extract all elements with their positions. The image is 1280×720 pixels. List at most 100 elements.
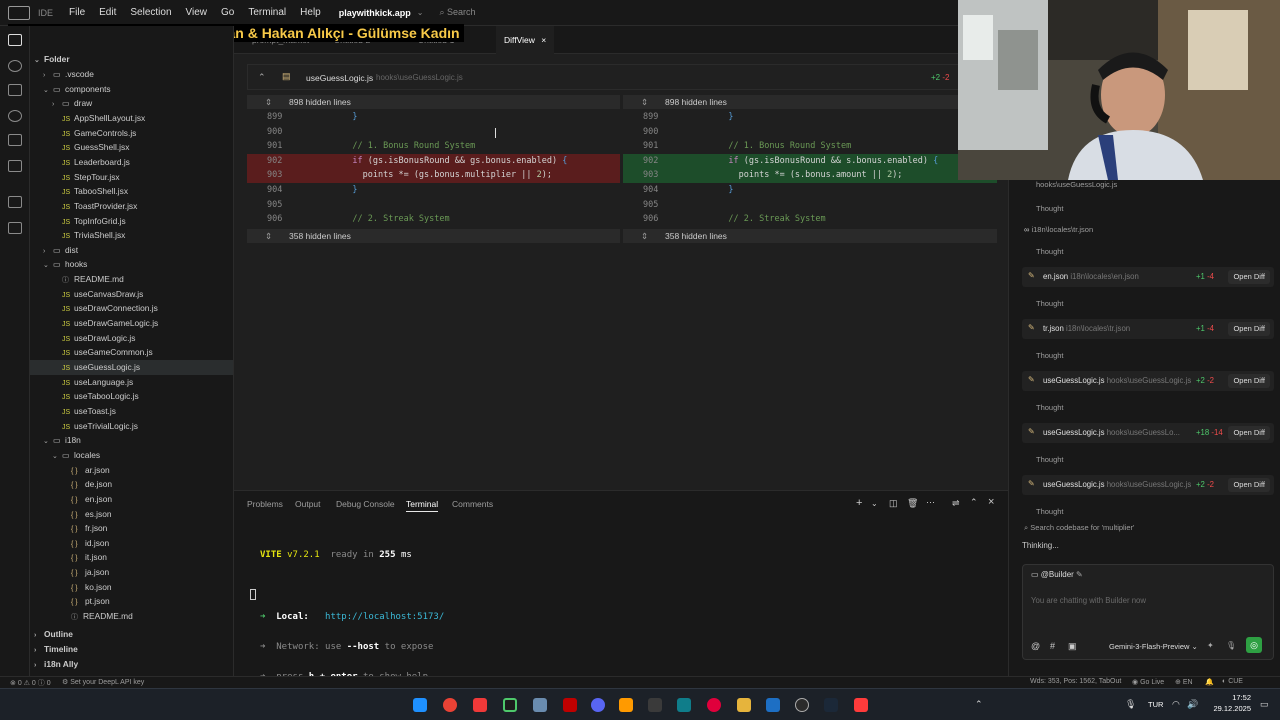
file-explorer-icon[interactable] xyxy=(737,698,751,712)
thought-label[interactable]: Thought xyxy=(1036,455,1064,464)
translate-icon[interactable] xyxy=(8,222,22,234)
diff-line[interactable]: 906 // 2. Streak System xyxy=(623,212,997,227)
thought-label[interactable]: Thought xyxy=(1036,403,1064,412)
sparkle-icon[interactable]: ✦ xyxy=(1207,641,1214,650)
tree-file[interactable]: JS ToastProvider.jsx xyxy=(30,199,233,214)
tree-file[interactable]: ⓘ README.md xyxy=(30,609,233,624)
steam-icon[interactable] xyxy=(824,698,838,712)
tree-file[interactable]: JS AppShellLayout.jsx xyxy=(30,111,233,126)
tree-folder[interactable]: ⌄ ▭ i18n xyxy=(30,433,233,448)
tree-file[interactable]: { } id.json xyxy=(30,536,233,551)
illustrator-icon[interactable] xyxy=(619,698,633,712)
database-icon[interactable] xyxy=(533,698,547,712)
notification-icon[interactable]: 🔔 xyxy=(1205,678,1214,686)
remote-icon[interactable] xyxy=(8,160,22,172)
tree-file[interactable]: { } ko.json xyxy=(30,580,233,595)
section-i18n-ally[interactable]: › i18n Ally xyxy=(30,657,233,672)
open-diff-button[interactable]: Open Diff xyxy=(1228,426,1270,440)
diff-line[interactable]: 906 // 2. Streak System xyxy=(247,212,620,227)
chevron-down-icon[interactable]: ⌄ xyxy=(871,499,878,508)
section-outline[interactable]: › Outline xyxy=(30,627,233,642)
tree-file[interactable]: JS useTabooLogic.js xyxy=(30,389,233,404)
diff-line[interactable]: 905 xyxy=(623,198,997,213)
file-change-card[interactable]: ✎ useGuessLogic.js hooks\useGuessLogic.js… xyxy=(1022,475,1274,495)
open-diff-button[interactable]: Open Diff xyxy=(1228,374,1270,388)
layout-icon[interactable]: ⇌ xyxy=(952,498,960,509)
image-icon[interactable]: ▣ xyxy=(1068,641,1077,652)
tree-file[interactable]: { } es.json xyxy=(30,507,233,522)
trash-icon[interactable]: 🗑 xyxy=(907,498,918,509)
hidden-lines-top[interactable]: ⇕ 898 hidden lines xyxy=(247,95,620,109)
tree-folder[interactable]: › ▭ dist xyxy=(30,243,233,258)
diff-line[interactable]: 901 // 1. Bonus Round System xyxy=(623,139,997,154)
diff-line[interactable]: 900 xyxy=(623,125,997,140)
keyboard-language[interactable]: TUR xyxy=(1148,700,1163,709)
hidden-lines-bottom[interactable]: ⇕ 358 hidden lines xyxy=(247,229,620,243)
tree-file[interactable]: JS TabooShell.jsx xyxy=(30,184,233,199)
hidden-lines-bottom[interactable]: ⇕ 358 hidden lines xyxy=(623,229,997,243)
tree-folder[interactable]: ⌄ ▭ locales xyxy=(30,448,233,463)
project-name[interactable]: playwithkick.app xyxy=(339,8,411,18)
root-folder[interactable]: ⌄ Folder xyxy=(30,52,233,67)
file-change-card[interactable]: ✎ tr.json i18n\locales\tr.json +1 -4 Open D… xyxy=(1022,319,1274,339)
volume-icon[interactable]: 🔊 xyxy=(1187,699,1198,710)
network-app-icon[interactable] xyxy=(766,698,780,712)
source-control-icon[interactable] xyxy=(8,84,22,96)
cursor-position[interactable]: Wds: 353, Pos: 1562, TabOut xyxy=(1030,678,1121,685)
diff-line[interactable]: 903 points *= (gs.bonus.multiplier || 2)… xyxy=(247,168,620,183)
chrome-icon[interactable] xyxy=(443,698,457,712)
diff-line[interactable]: 899 } xyxy=(247,110,620,125)
wifi-icon[interactable]: ◠ xyxy=(1172,699,1180,710)
menu-edit[interactable]: Edit xyxy=(99,7,116,18)
tree-file[interactable]: JS useDrawLogic.js xyxy=(30,331,233,346)
tree-file[interactable]: JS GameControls.js xyxy=(30,126,233,141)
diff-line[interactable]: 900 xyxy=(247,125,620,140)
obs-icon[interactable] xyxy=(795,698,809,712)
cue-indicator[interactable]: ◐ CUE xyxy=(1222,678,1243,685)
diff-line[interactable]: 905 xyxy=(247,198,620,213)
language-indicator[interactable]: ⊕ EN xyxy=(1175,678,1193,686)
panel-tab-problems[interactable]: Problems xyxy=(247,499,283,509)
file-change-card[interactable]: ✎ useGuessLogic.js hooks\useGuessLogic.js… xyxy=(1022,371,1274,391)
close-panel-icon[interactable]: × xyxy=(988,496,994,508)
tree-file[interactable]: { } de.json xyxy=(30,477,233,492)
problems-indicator[interactable]: ⊗ 0 ⚠ 0 ⓘ 0 xyxy=(10,678,51,688)
close-icon[interactable]: × xyxy=(541,35,546,45)
menu-help[interactable]: Help xyxy=(300,7,321,18)
open-diff-button[interactable]: Open Diff xyxy=(1228,322,1270,336)
tray-chevron-icon[interactable]: ⌃ xyxy=(975,699,983,710)
menu-terminal[interactable]: Terminal xyxy=(248,7,286,18)
hidden-lines-top[interactable]: ⇕ 898 hidden lines xyxy=(623,95,997,109)
menu-selection[interactable]: Selection xyxy=(130,7,171,18)
diff-line[interactable]: 904 } xyxy=(623,183,997,198)
clock-date[interactable]: 29.12.2025 xyxy=(1207,704,1251,713)
menu-view[interactable]: View xyxy=(186,7,208,18)
tree-file[interactable]: JS useTrivialLogic.js xyxy=(30,419,233,434)
menu-go[interactable]: Go xyxy=(221,7,234,18)
diff-line[interactable]: 902 if (gs.isBonusRound && gs.bonus.enab… xyxy=(247,153,620,169)
diff-line[interactable]: 899 } xyxy=(623,110,997,125)
capcut-icon[interactable] xyxy=(648,698,662,712)
diff-line[interactable]: 902 if (gs.isBonusRound && s.bonus.enabl… xyxy=(623,153,997,169)
file-change-card[interactable]: ✎ en.json i18n\locales\en.json +1 -4 Open D… xyxy=(1022,267,1274,287)
panel-tab-debug-console[interactable]: Debug Console xyxy=(336,499,395,509)
tree-file[interactable]: { } ar.json xyxy=(30,463,233,478)
deepl-status[interactable]: ⚙ Set your DeepL API key xyxy=(62,678,144,686)
tree-file[interactable]: JS useCanvasDraw.js xyxy=(30,287,233,302)
thought-label[interactable]: Thought xyxy=(1036,507,1064,516)
tree-folder[interactable]: › ▭ draw xyxy=(30,96,233,111)
terminal-app-icon[interactable] xyxy=(677,698,691,712)
grid-icon[interactable] xyxy=(8,196,22,208)
maximize-panel-icon[interactable]: ⌃ xyxy=(970,497,978,508)
panel-tab-comments[interactable]: Comments xyxy=(452,499,493,509)
tree-file[interactable]: JS useDrawConnection.js xyxy=(30,301,233,316)
run-debug-icon[interactable] xyxy=(8,110,22,122)
mention-icon[interactable]: @ xyxy=(1031,641,1040,651)
extensions-icon[interactable] xyxy=(8,134,22,146)
split-terminal-icon[interactable]: ◫ xyxy=(889,498,898,509)
tree-folder[interactable]: ⌄ ▭ hooks xyxy=(30,257,233,272)
thought-label[interactable]: Thought xyxy=(1036,204,1064,213)
ide-app-icon[interactable] xyxy=(503,698,517,712)
microphone-icon[interactable]: 🎙 xyxy=(1226,641,1236,650)
file-change-card[interactable]: ✎ useGuessLogic.js hooks\useGuessLo... +18… xyxy=(1022,423,1274,443)
